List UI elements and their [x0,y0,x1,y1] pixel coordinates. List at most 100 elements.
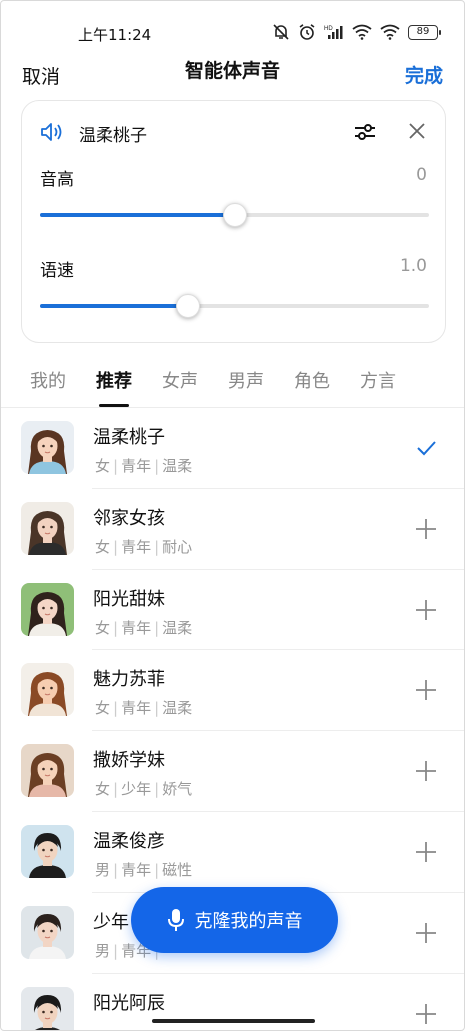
card-header: 温柔桃子 [40,119,427,146]
clone-voice-label: 克隆我的声音 [194,911,303,932]
voice-row[interactable]: 撒娇学妹女 | 少年 | 娇气 [1,731,464,812]
page-title: 智能体声音 [184,60,280,82]
pitch-slider-thumb[interactable] [222,203,247,227]
tab-4[interactable]: 角色 [294,367,330,407]
wifi-icon [352,24,372,40]
tab-5[interactable]: 方言 [360,367,396,407]
voice-name: 邻家女孩 [93,507,165,529]
add-icon[interactable] [414,678,438,702]
pitch-value: 0 [416,165,427,185]
tag-separator: | [154,537,160,556]
current-voice-name: 温柔桃子 [79,126,147,146]
voice-tags: 女 | 青年 | 温柔 [95,455,192,476]
close-icon[interactable] [407,121,427,141]
category-tabs: 我的 推荐 女声 男声 角色 方言 [30,367,426,407]
voice-name: 魅力苏菲 [93,669,165,691]
tune-icon[interactable] [353,121,377,143]
tag-separator: | [154,618,160,637]
voice-name: 少年 [93,911,129,933]
add-icon[interactable] [414,1002,438,1026]
voice-tag: 娇气 [162,780,193,799]
voice-avatar [21,663,74,717]
done-button[interactable]: 完成 [405,61,443,88]
voice-tag: 温柔 [162,699,193,718]
alarm-icon [299,24,315,40]
clone-voice-button[interactable]: 克隆我的声音 [131,887,338,953]
speed-slider-fill [40,304,188,308]
voice-tags: 女 | 青年 | 温柔 [95,697,192,718]
voice-row[interactable]: 邻家女孩女 | 青年 | 耐心 [1,489,464,570]
voice-tag: 女 [95,699,111,718]
voice-tag: 青年 [121,618,152,637]
voice-row[interactable]: 阳光甜妹女 | 青年 | 温柔 [1,570,464,651]
tab-0[interactable]: 我的 [30,367,66,407]
pitch-label: 音高 [40,170,74,190]
wifi-icon-2 [380,24,400,40]
pitch-slider[interactable] [40,203,429,227]
pitch-slider-fill [40,213,235,217]
tag-separator: | [154,860,160,879]
tag-separator: | [113,941,119,960]
signal-icon: HD [324,26,343,39]
speed-value: 1.0 [399,256,427,276]
voice-tag: 磁性 [162,860,193,879]
speed-label: 语速 [40,261,74,281]
speaker-icon[interactable] [40,121,66,143]
checkmark-icon[interactable] [414,436,438,460]
status-bar: 上午11:24 HD 89 [1,21,464,47]
add-icon[interactable] [414,921,438,945]
voice-tag: 少年 [121,780,152,799]
voice-avatar [21,582,74,636]
voice-tag: 温柔 [162,618,193,637]
tab-2[interactable]: 女声 [162,367,198,407]
voice-tag: 女 [95,457,111,475]
voice-row[interactable]: 温柔俊彦男 | 青年 | 磁性 [1,812,464,893]
voice-tag: 青年 [121,457,152,475]
speed-slider[interactable] [40,294,429,318]
voice-name: 阳光阿辰 [93,992,165,1014]
voice-row[interactable]: 魅力苏菲女 | 青年 | 温柔 [1,650,464,732]
tag-separator: | [154,699,160,718]
voice-settings-card: 温柔桃子 音高 0 语速 1.0 [21,100,446,343]
voice-avatar [21,421,74,474]
voice-name: 撒娇学妹 [93,750,165,772]
voice-avatar [21,501,74,555]
app-screen: 上午11:24 HD 89 取消 智能体声音 完成 温柔桃子 音高 0 语速 1… [0,0,465,1031]
add-icon[interactable] [414,598,438,622]
tab-3[interactable]: 男声 [228,367,264,407]
tag-separator: | [113,457,119,475]
voice-avatar [21,744,74,798]
voice-tag: 青年 [121,699,152,718]
voice-tag: 女 [95,780,111,799]
tab-1[interactable]: 推荐 [96,367,132,407]
tag-separator: | [154,780,160,799]
battery-indicator: 89 [408,24,441,40]
voice-tags: 女 | 少年 | 娇气 [95,778,192,799]
voice-avatar [21,986,74,1030]
voice-tag: 女 [95,537,111,556]
mute-bell-icon [273,24,289,40]
voice-tags: 男 | 青年 | 磁性 [95,859,192,880]
tag-separator: | [113,618,119,637]
home-indicator[interactable] [152,1019,315,1023]
speed-slider-thumb[interactable] [175,294,200,318]
voice-tag: 女 [95,618,111,637]
voice-tags: 女 | 青年 | 耐心 [95,536,192,557]
nav-bar: 取消 智能体声音 完成 [1,53,464,93]
tag-separator: | [113,699,119,718]
add-icon[interactable] [414,517,438,541]
voice-tag: 男 [95,941,111,960]
voice-avatar [21,905,74,959]
tag-separator: | [113,780,119,799]
voice-name: 温柔俊彦 [93,830,165,852]
voice-tag: 青年 [121,860,152,879]
voice-tag: 青年 [121,537,152,556]
add-icon[interactable] [414,759,438,783]
voice-row[interactable]: 温柔桃子女 | 青年 | 温柔 [1,408,464,489]
tag-separator: | [154,457,160,475]
microphone-icon [167,909,184,931]
tag-separator: | [113,860,119,879]
add-icon[interactable] [414,840,438,864]
status-icons: HD 89 [272,23,441,41]
voice-name: 阳光甜妹 [93,588,165,610]
